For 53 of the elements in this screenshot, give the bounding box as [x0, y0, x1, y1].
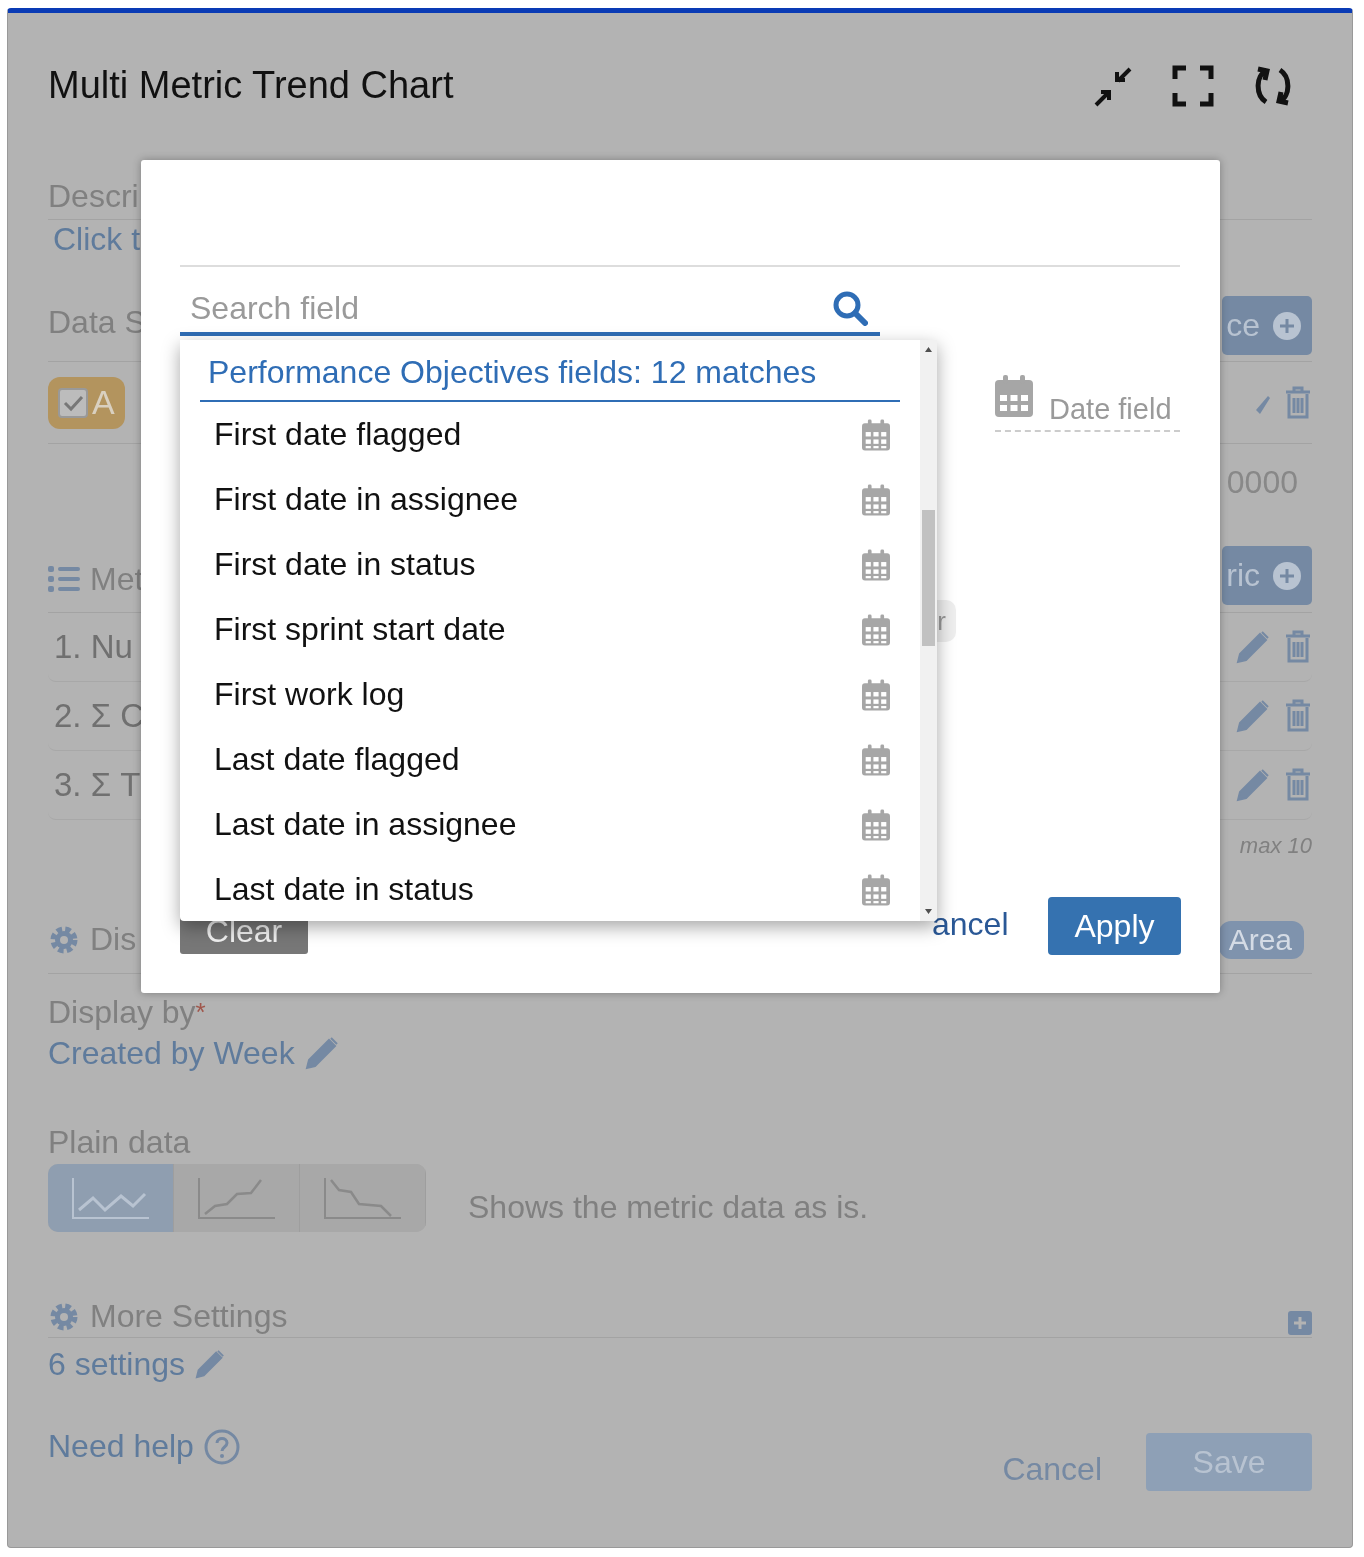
- add-metric-button[interactable]: ric: [1222, 546, 1312, 605]
- display-by-link[interactable]: Created by Week: [48, 1032, 295, 1074]
- metric-item[interactable]: 1. Nu: [48, 628, 133, 666]
- chart-type-chip[interactable]: Area: [1218, 920, 1304, 959]
- dropdown-option[interactable]: First date in assignee: [200, 467, 900, 532]
- plus-icon: [1272, 560, 1302, 591]
- calendar-icon: [862, 613, 890, 646]
- trash-icon[interactable]: [1284, 385, 1312, 420]
- list-icon: [48, 565, 80, 593]
- cancel-button[interactable]: Cancel: [996, 1449, 1108, 1489]
- dropdown-option[interactable]: First sprint start date: [200, 597, 900, 662]
- cancel-button[interactable]: ancel: [926, 905, 1015, 944]
- calendar-icon: [862, 678, 890, 711]
- date-field-label: Date field: [1049, 393, 1172, 426]
- apply-button[interactable]: Apply: [1048, 897, 1181, 955]
- source-chip[interactable]: A: [48, 376, 125, 429]
- add-source-button[interactable]: ce: [1222, 296, 1312, 355]
- plus-icon: [1272, 310, 1302, 341]
- fullscreen-icon[interactable]: [1172, 64, 1214, 107]
- help-icon[interactable]: [203, 1428, 240, 1465]
- chart-mode-button[interactable]: [48, 1164, 174, 1232]
- help-link[interactable]: Need help: [48, 1428, 194, 1465]
- metric-item[interactable]: 2. Σ C: [48, 697, 145, 735]
- calendar-icon: [995, 375, 1033, 417]
- dropdown-option[interactable]: First work log: [200, 662, 900, 727]
- calendar-icon: [862, 483, 890, 516]
- line-chart-icon: [70, 1176, 151, 1220]
- checkbox[interactable]: [58, 387, 88, 418]
- panel-title: Multi Metric Trend Chart: [48, 64, 454, 107]
- trash-icon[interactable]: [1284, 699, 1312, 733]
- dropdown-option[interactable]: Last date in assignee: [200, 792, 900, 857]
- dropdown-option[interactable]: First date in status: [200, 532, 900, 597]
- calendar-icon: [862, 418, 890, 451]
- settings-link[interactable]: 6 settings: [48, 1344, 185, 1384]
- calendar-icon: [862, 808, 890, 841]
- trash-icon[interactable]: [1284, 768, 1312, 802]
- calendar-icon: [862, 548, 890, 581]
- calendar-icon: [862, 873, 890, 906]
- pencil-icon[interactable]: [1236, 768, 1270, 802]
- pencil-icon[interactable]: [1236, 699, 1270, 733]
- pencil-icon[interactable]: [194, 1349, 225, 1379]
- metric-item[interactable]: 3. Σ T: [48, 766, 141, 804]
- dropdown-option[interactable]: First date flagged: [200, 402, 900, 467]
- trash-icon[interactable]: [1284, 630, 1312, 664]
- search-icon[interactable]: [832, 290, 868, 326]
- pencil-icon[interactable]: [304, 1036, 339, 1070]
- calendar-icon: [862, 743, 890, 776]
- group-header: Performance Objectives fields: 12 matches: [200, 340, 900, 402]
- line-chart-icon: [196, 1176, 277, 1220]
- pencil-icon[interactable]: [1236, 630, 1270, 664]
- expand-icon[interactable]: [1288, 1311, 1312, 1335]
- dropdown-option[interactable]: Last date flagged: [200, 727, 900, 792]
- line-chart-icon: [322, 1176, 403, 1220]
